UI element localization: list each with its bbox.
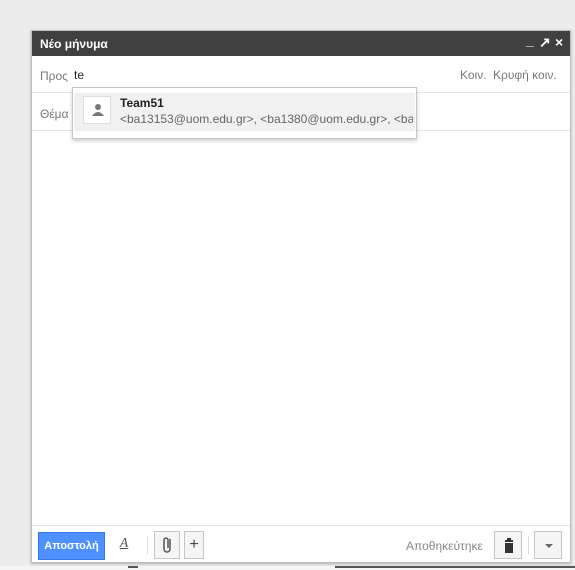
strip-mark [128,566,138,568]
contact-avatar [83,96,111,124]
pop-out-icon[interactable]: ↗ [539,33,551,51]
bottom-strip [0,566,575,570]
toolbar-divider [147,536,148,554]
message-body[interactable] [32,132,570,525]
trash-icon [505,538,513,553]
discard-draft-button[interactable] [494,531,522,559]
more-options-button[interactable] [534,531,562,559]
contact-emails: <ba13153@uom.edu.gr>, <ba1380@uom.edu.gr… [120,112,413,126]
bcc-link[interactable]: Κρυφή κοιν. [493,68,557,82]
send-button[interactable]: Αποστολή [38,532,105,560]
compose-titlebar[interactable]: Νέο μήνυμα _ ↗ × [32,31,570,56]
person-icon [92,104,104,116]
to-label: Προς [40,69,68,83]
strip-mark [335,566,575,568]
more-insert-button[interactable]: + [184,531,204,559]
attach-file-button[interactable] [154,531,180,559]
contact-name: Team51 [120,96,164,110]
paperclip-icon [163,537,171,553]
minimize-icon[interactable]: _ [526,31,534,49]
formatting-icon[interactable]: A [116,536,132,556]
saved-status: Αποθηκεύτηκε [406,539,483,553]
compose-title: Νέο μήνυμα [40,37,108,51]
toolbar-divider [528,536,529,554]
compose-toolbar: Αποστολή A + Αποθηκεύτηκε [32,525,570,564]
subject-label: Θέμα [40,107,69,121]
to-input[interactable] [74,66,374,84]
autocomplete-dropdown: Team51 <ba13153@uom.edu.gr>, <ba1380@uom… [72,87,417,139]
autocomplete-item[interactable]: Team51 <ba13153@uom.edu.gr>, <ba1380@uom… [74,93,415,131]
cc-link[interactable]: Κοιν. [460,68,487,82]
close-icon[interactable]: × [555,33,563,51]
chevron-down-icon [545,544,553,548]
